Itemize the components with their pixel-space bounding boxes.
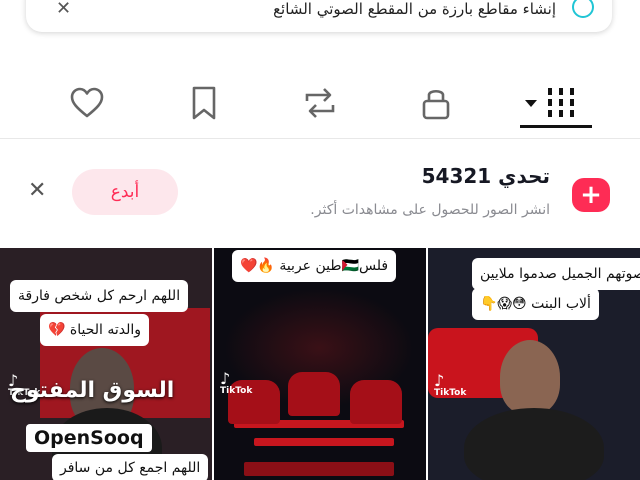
grid-icon <box>548 88 574 117</box>
create-button[interactable]: أبدع <box>72 169 178 215</box>
repost-icon <box>305 88 335 118</box>
plus-icon[interactable]: + <box>572 178 610 212</box>
sound-icon <box>572 0 594 18</box>
video-caption: بصوتهم الجميل صدموا ملايين <box>472 258 640 290</box>
video-caption: اللهم ارحم كل شخص فارقة <box>10 280 189 312</box>
banner-text: إنشاء مقاطع بارزة من المقطع الصوتي الشائ… <box>273 0 556 18</box>
video-thumbnail[interactable]: بصوتهم الجميل صدموا ملايين ألاب البنت 😳😱… <box>428 248 640 480</box>
challenge-banner: ✕ أبدع تحدي 54321 انشر الصور للحصول على … <box>0 156 640 232</box>
video-thumbnail[interactable]: فلس🇵🇸طين عربية 🔥❤️ ♪ TikTok <box>214 248 426 480</box>
video-caption: ألاب البنت 😳😱👇 <box>472 288 599 320</box>
tab-reposts[interactable] <box>290 80 350 126</box>
chevron-down-icon <box>525 100 537 107</box>
active-tab-indicator <box>520 125 592 128</box>
close-icon[interactable]: ✕ <box>28 178 46 203</box>
tab-private[interactable] <box>406 80 466 126</box>
video-caption: والدته الحياة 💔 <box>40 314 150 346</box>
tab-grid[interactable] <box>513 80 592 128</box>
tiktok-watermark: ♪ TikTok <box>434 371 467 399</box>
top-banner[interactable]: إنشاء مقاطع بارزة من المقطع الصوتي الشائ… <box>26 0 612 32</box>
tab-liked[interactable] <box>57 80 117 126</box>
challenge-title: تحدي 54321 <box>421 164 550 188</box>
video-grid: اللهم ارحم كل شخص فارقة والدته الحياة 💔 … <box>0 248 640 480</box>
bookmark-icon <box>192 86 216 120</box>
close-icon[interactable]: ✕ <box>56 0 71 19</box>
tiktok-watermark: ♪ TikTok <box>220 369 253 397</box>
profile-tabs <box>0 70 640 139</box>
heart-icon <box>70 87 104 118</box>
opensooq-watermark: السوق المفتوح <box>10 378 175 403</box>
video-thumbnail[interactable]: اللهم ارحم كل شخص فارقة والدته الحياة 💔 … <box>0 248 212 480</box>
challenge-subtitle: انشر الصور للحصول على مشاهدات أكثر. <box>310 202 550 218</box>
lock-icon <box>422 89 450 120</box>
video-caption: اللهم اجمع كل من سافر <box>52 454 209 480</box>
tab-favorites[interactable] <box>174 80 234 126</box>
video-caption: فلس🇵🇸طين عربية 🔥❤️ <box>232 250 397 282</box>
opensooq-logo: OpenSooq <box>26 424 152 452</box>
